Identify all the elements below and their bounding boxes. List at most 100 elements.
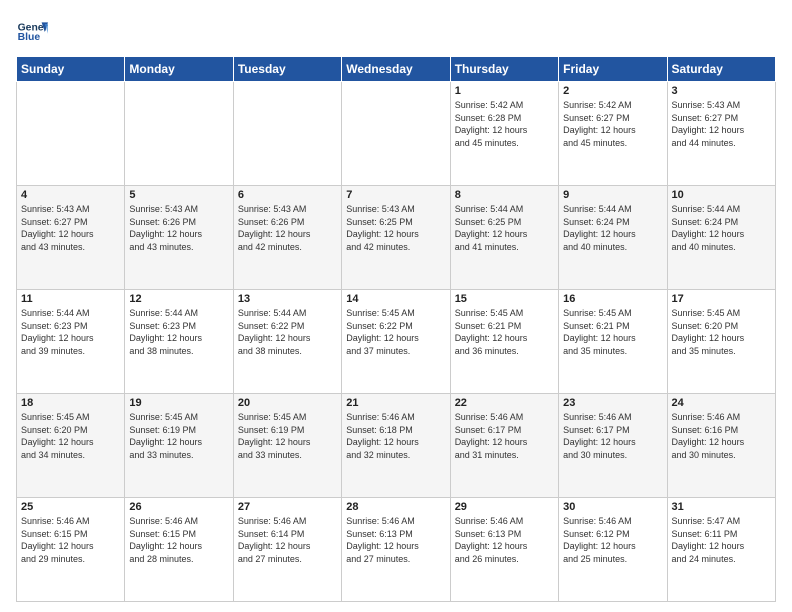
day-info: Sunrise: 5:43 AM Sunset: 6:25 PM Dayligh… (346, 203, 445, 253)
calendar-cell: 30Sunrise: 5:46 AM Sunset: 6:12 PM Dayli… (559, 498, 667, 602)
day-info: Sunrise: 5:45 AM Sunset: 6:19 PM Dayligh… (129, 411, 228, 461)
calendar-cell: 18 Sunrise: 5:45 AM Sunset: 6:20 PM Dayli… (17, 394, 125, 498)
day-number: 13 (238, 293, 337, 305)
day-info: Sunrise: 5:46 AM Sunset: 6:16 PM Dayligh… (672, 411, 771, 461)
day-number: 31 (672, 501, 771, 513)
day-info: Sunrise: 5:44 AM Sunset: 6:24 PM Dayligh… (563, 203, 662, 253)
calendar-cell: 22 Sunrise: 5:46 AM Sunset: 6:17 PM Dayli… (450, 394, 558, 498)
calendar-cell: 25 Sunrise: 5:46 AM Sunset: 6:15 PM Dayli… (17, 498, 125, 602)
day-number: 14 (346, 293, 445, 305)
day-info: Sunrise: 5:46 AM Sunset: 6:15 PM Dayligh… (21, 515, 120, 565)
calendar-cell: 1 Sunrise: 5:42 AM Sunset: 6:28 PM Daylig… (450, 82, 558, 186)
day-number: 10 (672, 189, 771, 201)
day-info: Sunrise: 5:44 AM Sunset: 6:25 PM Dayligh… (455, 203, 554, 253)
calendar-cell: 12 Sunrise: 5:44 AM Sunset: 6:23 PM Dayli… (125, 290, 233, 394)
calendar-cell: 31 Sunrise: 5:47 AM Sunset: 6:11 PM Dayli… (667, 498, 775, 602)
day-number: 15 (455, 293, 554, 305)
day-number: 17 (672, 293, 771, 305)
day-number: 1 (455, 85, 554, 97)
weekday-header-wednesday: Wednesday (342, 57, 450, 82)
day-number: 18 (21, 397, 120, 409)
calendar-cell: 17 Sunrise: 5:45 AM Sunset: 6:20 PM Dayli… (667, 290, 775, 394)
calendar-cell: 16 Sunrise: 5:45 AM Sunset: 6:21 PM Dayli… (559, 290, 667, 394)
day-info: Sunrise: 5:45 AM Sunset: 6:22 PM Dayligh… (346, 307, 445, 357)
day-number: 27 (238, 501, 337, 513)
day-number: 4 (21, 189, 120, 201)
day-info: Sunrise: 5:43 AM Sunset: 6:26 PM Dayligh… (238, 203, 337, 253)
day-number: 29 (455, 501, 554, 513)
calendar-cell: 5Sunrise: 5:43 AM Sunset: 6:26 PM Daylig… (125, 186, 233, 290)
logo-icon: General Blue (16, 16, 48, 48)
day-info: Sunrise: 5:43 AM Sunset: 6:26 PM Dayligh… (129, 203, 228, 253)
day-number: 25 (21, 501, 120, 513)
day-number: 24 (672, 397, 771, 409)
day-info: Sunrise: 5:43 AM Sunset: 6:27 PM Dayligh… (672, 99, 771, 149)
day-info: Sunrise: 5:46 AM Sunset: 6:13 PM Dayligh… (346, 515, 445, 565)
week-row-4: 18 Sunrise: 5:45 AM Sunset: 6:20 PM Dayli… (17, 394, 776, 498)
calendar-cell: 7 Sunrise: 5:43 AM Sunset: 6:25 PM Daylig… (342, 186, 450, 290)
day-number: 12 (129, 293, 228, 305)
calendar-cell: 6 Sunrise: 5:43 AM Sunset: 6:26 PM Daylig… (233, 186, 341, 290)
day-number: 23 (563, 397, 662, 409)
weekday-header-thursday: Thursday (450, 57, 558, 82)
day-info: Sunrise: 5:46 AM Sunset: 6:17 PM Dayligh… (455, 411, 554, 461)
day-number: 30 (563, 501, 662, 513)
day-number: 16 (563, 293, 662, 305)
weekday-header-row: SundayMondayTuesdayWednesdayThursdayFrid… (17, 57, 776, 82)
day-info: Sunrise: 5:44 AM Sunset: 6:23 PM Dayligh… (129, 307, 228, 357)
day-info: Sunrise: 5:45 AM Sunset: 6:19 PM Dayligh… (238, 411, 337, 461)
day-info: Sunrise: 5:44 AM Sunset: 6:22 PM Dayligh… (238, 307, 337, 357)
day-info: Sunrise: 5:43 AM Sunset: 6:27 PM Dayligh… (21, 203, 120, 253)
calendar-cell: 2Sunrise: 5:42 AM Sunset: 6:27 PM Daylig… (559, 82, 667, 186)
weekday-header-saturday: Saturday (667, 57, 775, 82)
calendar-cell: 8 Sunrise: 5:44 AM Sunset: 6:25 PM Daylig… (450, 186, 558, 290)
week-row-2: 4 Sunrise: 5:43 AM Sunset: 6:27 PM Daylig… (17, 186, 776, 290)
calendar-cell (233, 82, 341, 186)
svg-text:Blue: Blue (18, 32, 41, 43)
logo: General Blue (16, 16, 48, 48)
day-number: 26 (129, 501, 228, 513)
day-info: Sunrise: 5:46 AM Sunset: 6:15 PM Dayligh… (129, 515, 228, 565)
day-number: 20 (238, 397, 337, 409)
day-number: 2 (563, 85, 662, 97)
calendar-cell: 23Sunrise: 5:46 AM Sunset: 6:17 PM Dayli… (559, 394, 667, 498)
day-info: Sunrise: 5:45 AM Sunset: 6:21 PM Dayligh… (563, 307, 662, 357)
calendar-cell: 21Sunrise: 5:46 AM Sunset: 6:18 PM Dayli… (342, 394, 450, 498)
calendar-cell: 19 Sunrise: 5:45 AM Sunset: 6:19 PM Dayli… (125, 394, 233, 498)
weekday-header-friday: Friday (559, 57, 667, 82)
calendar-cell: 26 Sunrise: 5:46 AM Sunset: 6:15 PM Dayli… (125, 498, 233, 602)
day-number: 22 (455, 397, 554, 409)
week-row-1: 1 Sunrise: 5:42 AM Sunset: 6:28 PM Daylig… (17, 82, 776, 186)
page: General Blue SundayMondayTuesdayWednesda… (0, 0, 792, 612)
day-number: 3 (672, 85, 771, 97)
day-info: Sunrise: 5:42 AM Sunset: 6:28 PM Dayligh… (455, 99, 554, 149)
calendar-cell: 20 Sunrise: 5:45 AM Sunset: 6:19 PM Dayli… (233, 394, 341, 498)
day-number: 8 (455, 189, 554, 201)
day-number: 7 (346, 189, 445, 201)
day-number: 28 (346, 501, 445, 513)
calendar-cell: 9Sunrise: 5:44 AM Sunset: 6:24 PM Daylig… (559, 186, 667, 290)
day-number: 6 (238, 189, 337, 201)
day-number: 19 (129, 397, 228, 409)
calendar-cell: 15 Sunrise: 5:45 AM Sunset: 6:21 PM Dayli… (450, 290, 558, 394)
day-info: Sunrise: 5:46 AM Sunset: 6:18 PM Dayligh… (346, 411, 445, 461)
day-info: Sunrise: 5:46 AM Sunset: 6:14 PM Dayligh… (238, 515, 337, 565)
day-info: Sunrise: 5:44 AM Sunset: 6:23 PM Dayligh… (21, 307, 120, 357)
day-info: Sunrise: 5:45 AM Sunset: 6:20 PM Dayligh… (21, 411, 120, 461)
day-info: Sunrise: 5:45 AM Sunset: 6:20 PM Dayligh… (672, 307, 771, 357)
day-info: Sunrise: 5:47 AM Sunset: 6:11 PM Dayligh… (672, 515, 771, 565)
weekday-header-tuesday: Tuesday (233, 57, 341, 82)
calendar-cell: 27 Sunrise: 5:46 AM Sunset: 6:14 PM Dayli… (233, 498, 341, 602)
calendar-cell: 11 Sunrise: 5:44 AM Sunset: 6:23 PM Dayli… (17, 290, 125, 394)
day-info: Sunrise: 5:45 AM Sunset: 6:21 PM Dayligh… (455, 307, 554, 357)
day-number: 11 (21, 293, 120, 305)
calendar-cell: 4 Sunrise: 5:43 AM Sunset: 6:27 PM Daylig… (17, 186, 125, 290)
calendar-cell: 24 Sunrise: 5:46 AM Sunset: 6:16 PM Dayli… (667, 394, 775, 498)
week-row-5: 25 Sunrise: 5:46 AM Sunset: 6:15 PM Dayli… (17, 498, 776, 602)
weekday-header-monday: Monday (125, 57, 233, 82)
calendar-cell: 29 Sunrise: 5:46 AM Sunset: 6:13 PM Dayli… (450, 498, 558, 602)
calendar-cell: 3 Sunrise: 5:43 AM Sunset: 6:27 PM Daylig… (667, 82, 775, 186)
calendar-cell: 13 Sunrise: 5:44 AM Sunset: 6:22 PM Dayli… (233, 290, 341, 394)
week-row-3: 11 Sunrise: 5:44 AM Sunset: 6:23 PM Dayli… (17, 290, 776, 394)
day-info: Sunrise: 5:46 AM Sunset: 6:13 PM Dayligh… (455, 515, 554, 565)
